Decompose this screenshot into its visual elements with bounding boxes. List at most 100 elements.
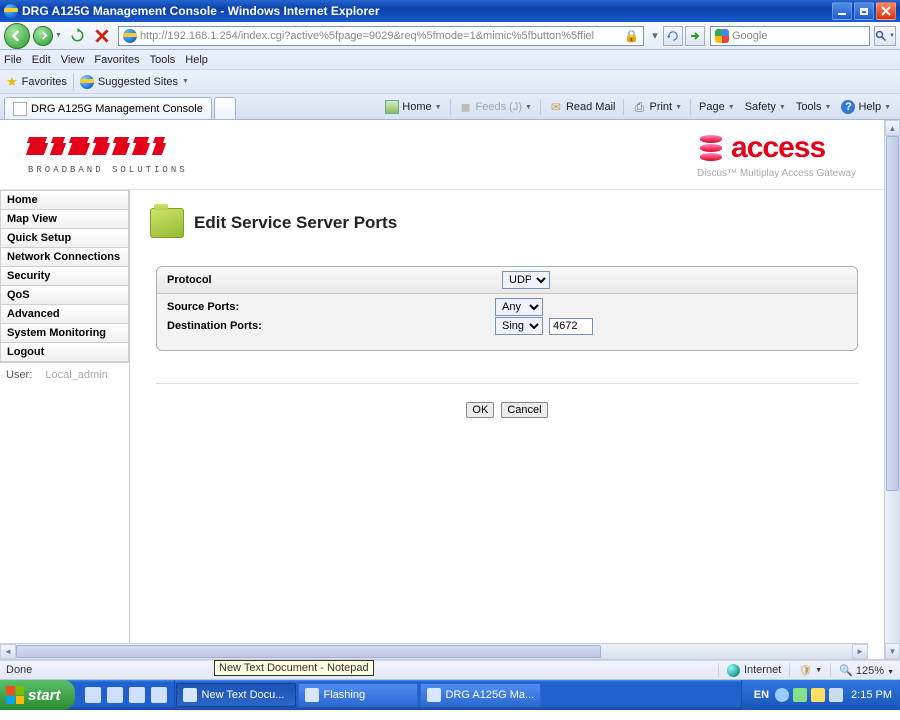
- forward-button[interactable]: [33, 26, 53, 46]
- access-logo: access: [697, 131, 856, 165]
- sidebar-item-quicksetup[interactable]: Quick Setup: [1, 229, 128, 248]
- security-zone[interactable]: Internet: [744, 664, 781, 676]
- ok-button[interactable]: OK: [466, 402, 494, 418]
- status-text: Done: [6, 664, 32, 676]
- protocol-panel: Protocol UDP Source Ports: Any: [156, 266, 858, 351]
- notepad-icon: [183, 688, 197, 702]
- back-button[interactable]: [4, 23, 30, 49]
- start-button[interactable]: start: [0, 680, 75, 710]
- menu-view[interactable]: View: [61, 54, 85, 66]
- tray-icon-1[interactable]: [775, 688, 789, 702]
- sidebar-item-network[interactable]: Network Connections: [1, 248, 128, 267]
- cmd-feeds[interactable]: ◼ Feeds (J)▼: [456, 98, 535, 116]
- cmd-home[interactable]: Home▼: [382, 98, 444, 116]
- ie-icon: [4, 4, 18, 18]
- home-icon: [385, 100, 399, 114]
- sidebar-username: Local_admin: [45, 369, 107, 381]
- windows-taskbar: start New Text Docu... Flashing DRG A125…: [0, 680, 900, 710]
- protocol-label: Protocol: [167, 274, 502, 286]
- tray-icon-4[interactable]: [829, 688, 843, 702]
- folder-icon: [305, 688, 319, 702]
- zoom-control[interactable]: 🔍 125%▼: [839, 664, 894, 677]
- taskbar-btn-flashing[interactable]: Flashing: [298, 683, 418, 707]
- menu-file[interactable]: File: [4, 54, 22, 66]
- sidebar-item-home[interactable]: Home: [1, 191, 128, 210]
- destination-port-input[interactable]: [549, 318, 593, 335]
- cmd-help[interactable]: ? Help▼: [838, 98, 894, 116]
- sidebar-item-qos[interactable]: QoS: [1, 286, 128, 305]
- hscroll-thumb[interactable]: [16, 645, 601, 658]
- tab-bar: DRG A125G Management Console Home▼ ◼ Fee…: [0, 94, 900, 120]
- rss-icon: ◼: [459, 100, 473, 114]
- search-box[interactable]: Google: [710, 26, 870, 46]
- sidebar-item-logout[interactable]: Logout: [1, 343, 128, 362]
- history-dropdown[interactable]: ▼: [55, 32, 62, 39]
- suggested-sites-button[interactable]: Suggested Sites: [98, 76, 178, 88]
- sidebar-item-mapview[interactable]: Map View: [1, 210, 128, 229]
- source-ports-select[interactable]: Any: [495, 298, 543, 316]
- pirelli-logo: [28, 135, 162, 161]
- sidebar-item-security[interactable]: Security: [1, 267, 128, 286]
- quicklaunch-icon-2[interactable]: [107, 687, 123, 703]
- go-button[interactable]: [685, 26, 705, 46]
- vertical-scrollbar[interactable]: ▲ ▼: [884, 120, 900, 659]
- quicklaunch-icon-4[interactable]: [151, 687, 167, 703]
- cmd-tools[interactable]: Tools▼: [793, 99, 835, 115]
- taskbar-btn-ie[interactable]: DRG A125G Ma...: [420, 683, 542, 707]
- maximize-button[interactable]: [854, 2, 874, 20]
- scroll-left-button[interactable]: ◄: [0, 644, 16, 659]
- globe-icon: [727, 664, 740, 677]
- cmd-readmail[interactable]: ✉ Read Mail: [546, 98, 619, 116]
- horizontal-scrollbar[interactable]: ◄ ►: [0, 643, 868, 659]
- menu-favorites[interactable]: Favorites: [94, 54, 139, 66]
- quicklaunch-icon-1[interactable]: [85, 687, 101, 703]
- new-tab-button[interactable]: [214, 97, 236, 119]
- menu-help[interactable]: Help: [185, 54, 208, 66]
- protected-mode-icon[interactable]: 🛡: [798, 664, 812, 677]
- menu-edit[interactable]: Edit: [32, 54, 51, 66]
- tray-icon-2[interactable]: [793, 688, 807, 702]
- cancel-button[interactable]: Cancel: [501, 402, 547, 418]
- ie-nav-toolbar: ▼ http://192.168.1.254/index.cgi?active%…: [0, 22, 900, 50]
- star-icon: ★: [6, 74, 18, 90]
- address-bar[interactable]: http://192.168.1.254/index.cgi?active%5f…: [118, 26, 644, 46]
- minimize-button[interactable]: [832, 2, 852, 20]
- language-indicator[interactable]: EN: [754, 689, 769, 701]
- favorites-button[interactable]: Favorites: [22, 76, 67, 88]
- stop-button[interactable]: [93, 27, 111, 45]
- close-button[interactable]: [876, 2, 896, 20]
- refresh-button[interactable]: [69, 27, 87, 45]
- scroll-right-button[interactable]: ►: [852, 644, 868, 659]
- cmd-safety[interactable]: Safety▼: [742, 99, 789, 115]
- printer-icon: ⎙: [632, 100, 646, 114]
- scroll-up-button[interactable]: ▲: [885, 120, 900, 136]
- sidebar-item-monitoring[interactable]: System Monitoring: [1, 324, 128, 343]
- scroll-down-button[interactable]: ▼: [885, 643, 900, 659]
- protocol-select[interactable]: UDP: [502, 271, 550, 289]
- tray-icon-3[interactable]: [811, 688, 825, 702]
- quick-launch: [78, 680, 175, 710]
- favorites-bar: ★ Favorites Suggested Sites ▼: [0, 70, 900, 94]
- sidebar-item-advanced[interactable]: Advanced: [1, 305, 128, 324]
- search-button[interactable]: ▼: [874, 26, 896, 46]
- cmd-print[interactable]: ⎙ Print▼: [629, 98, 685, 116]
- page-banner: BROADBAND SOLUTIONS access Discus™ Multi…: [0, 120, 884, 190]
- cmd-page[interactable]: Page▼: [696, 99, 738, 115]
- suggested-sites-icon: [80, 75, 94, 89]
- tab-active[interactable]: DRG A125G Management Console: [4, 97, 212, 119]
- taskbar-btn-notepad[interactable]: New Text Docu...: [176, 683, 296, 707]
- quicklaunch-icon-3[interactable]: [129, 687, 145, 703]
- compat-refresh-button[interactable]: [663, 26, 683, 46]
- vscroll-thumb[interactable]: [886, 136, 899, 491]
- sidebar-user: User: Local_admin: [0, 363, 129, 387]
- menu-tools[interactable]: Tools: [150, 54, 176, 66]
- main-content: Edit Service Server Ports Protocol UDP S…: [130, 190, 884, 659]
- page-viewport: BROADBAND SOLUTIONS access Discus™ Multi…: [0, 120, 900, 660]
- suggested-sites-dropdown[interactable]: ▼: [182, 78, 189, 85]
- address-url: http://192.168.1.254/index.cgi?active%5f…: [140, 30, 621, 42]
- taskbar-clock[interactable]: 2:15 PM: [851, 689, 892, 701]
- destination-mode-select[interactable]: Single: [495, 317, 543, 335]
- address-history-dropdown[interactable]: ▾: [648, 29, 662, 42]
- pirelli-subtitle: BROADBAND SOLUTIONS: [28, 165, 188, 175]
- destination-ports-label: Destination Ports:: [167, 320, 495, 332]
